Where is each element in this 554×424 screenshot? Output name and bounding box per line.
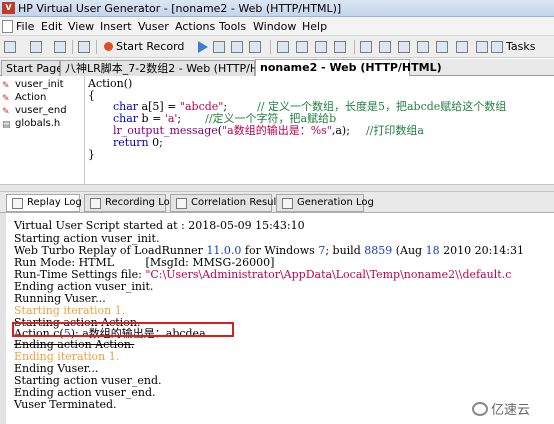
highlight-annotation-box <box>12 322 234 337</box>
search-icon[interactable] <box>78 41 90 53</box>
menu-tools[interactable]: Tools <box>219 20 246 33</box>
action-icon: ✎ <box>2 107 10 117</box>
log-text: ; build <box>325 244 365 257</box>
watermark-text: 亿速云 <box>491 403 531 418</box>
tree-item-label: Action <box>15 92 47 103</box>
tab-label: Recording Log <box>105 197 177 208</box>
tab-label: Correlation Results <box>191 197 286 208</box>
output-tabs: Replay Log Recording Log Correlation Res… <box>0 192 554 213</box>
vugen-app-icon: V <box>2 2 15 14</box>
tab-label: Generation Log <box>297 197 374 208</box>
menu-actions[interactable]: Actions <box>175 20 215 33</box>
pane-splitter[interactable] <box>0 184 554 192</box>
watermark-logo-icon <box>472 402 488 416</box>
tab-generation-log[interactable]: Generation Log <box>276 194 374 212</box>
log-line: Vuser Terminated. <box>14 398 117 411</box>
generation-log-icon <box>282 198 293 209</box>
menu-insert[interactable]: Insert <box>100 20 132 33</box>
code-string: "a数组的输出是：%s" <box>222 124 332 137</box>
menu-view[interactable]: View <box>68 20 94 33</box>
menu-help[interactable]: Help <box>302 20 327 33</box>
code-editor[interactable]: Action() { char a[5] = "abcde";// 定义一个数组… <box>86 76 554 184</box>
pause-icon[interactable] <box>231 41 243 53</box>
toolbar-separator <box>354 40 355 54</box>
code-text: 0; <box>148 136 163 149</box>
title-bar[interactable]: V HP Virtual User Generator - [noname2 -… <box>0 0 554 17</box>
code-line-open-brace: { <box>88 89 95 102</box>
code-line-return: return 0; <box>113 136 163 149</box>
code-text: ,a); <box>331 124 350 137</box>
start-record-button[interactable]: Start Record <box>116 40 184 54</box>
log-text: (Aug <box>392 244 426 257</box>
toolbar-icon[interactable] <box>436 41 448 53</box>
record-icon[interactable] <box>104 42 113 51</box>
tab-label: Replay Log <box>27 197 82 208</box>
code-keyword: return <box>113 136 149 149</box>
replay-log-icon <box>12 198 23 209</box>
replay-log-output[interactable]: Virtual User Script started at : 2018-05… <box>0 213 554 424</box>
toolbar-separator <box>72 40 73 54</box>
toolbar-icon[interactable] <box>360 41 372 53</box>
save-icon[interactable] <box>54 41 66 53</box>
correlation-results-icon <box>176 198 187 209</box>
recording-log-icon <box>90 198 101 209</box>
script-tree: ✎ vuser_init ✎ Action ✎ vuser_end ▤ globals.… <box>0 76 85 184</box>
toolbar-separator <box>270 40 271 54</box>
log-number: 18 <box>425 244 440 257</box>
tree-item-vuser-end[interactable]: ✎ vuser_end <box>2 105 67 117</box>
stop-icon[interactable] <box>249 41 261 53</box>
toolbar-icon[interactable] <box>379 41 391 53</box>
header-file-icon: ▤ <box>2 120 11 130</box>
toolbar-icon[interactable] <box>277 41 289 53</box>
menu-file[interactable]: File <box>16 20 34 33</box>
toolbar-icon[interactable] <box>296 41 308 53</box>
toolbar-separator <box>96 40 97 54</box>
log-text: 20:14:31 <box>471 244 524 257</box>
tree-item-vuser-init[interactable]: ✎ vuser_init <box>2 79 64 91</box>
tree-item-globals[interactable]: ▤ globals.h <box>2 118 60 130</box>
code-line-close-brace: } <box>88 148 95 161</box>
tab-correlation-results[interactable]: Correlation Results <box>170 194 285 212</box>
main-toolbar: Start Record Tasks <box>0 36 554 58</box>
tab-start-page[interactable]: Start Page <box>1 60 63 76</box>
log-line: Virtual User Script started at : 2018-05… <box>14 219 305 232</box>
action-icon: ✎ <box>2 81 10 91</box>
new-script-icon[interactable] <box>4 41 16 53</box>
watermark: 亿速云 <box>472 402 530 420</box>
menu-bar: File Edit View Insert Vuser Actions Tool… <box>0 17 554 36</box>
tasks-icon[interactable] <box>491 41 503 53</box>
document-icon[interactable] <box>2 20 13 33</box>
code-comment: //打印数组a <box>365 124 424 137</box>
tree-item-label: globals.h <box>15 118 61 129</box>
run-play-icon[interactable] <box>198 41 208 53</box>
tab-script-7-2[interactable]: 八神LR脚本_7-2数组2 - Web (HTTP/HTML) <box>60 60 285 76</box>
window-title: HP Virtual User Generator - [noname2 - W… <box>18 2 342 15</box>
toolbar-icon[interactable] <box>456 41 468 53</box>
action-icon: ✎ <box>2 94 10 104</box>
step-icon[interactable] <box>213 41 225 53</box>
menu-window[interactable]: Window <box>253 20 296 33</box>
toolbar-icon[interactable] <box>398 41 410 53</box>
toolbar-icon[interactable] <box>334 41 346 53</box>
tasks-button[interactable]: Tasks <box>506 40 535 54</box>
menu-edit[interactable]: Edit <box>41 20 62 33</box>
menu-vuser[interactable]: Vuser <box>138 20 169 33</box>
tree-item-label: vuser_init <box>15 79 64 90</box>
tree-item-action[interactable]: ✎ Action <box>2 92 46 104</box>
open-folder-icon[interactable] <box>30 41 42 53</box>
toolbar-icon[interactable] <box>315 41 327 53</box>
log-text: 2010 <box>439 244 472 257</box>
tab-recording-log[interactable]: Recording Log <box>84 194 176 212</box>
log-number: 8859 <box>364 244 393 257</box>
tree-item-label: vuser_end <box>15 105 67 116</box>
tab-noname2[interactable]: noname2 - Web (HTTP/HTML) <box>255 59 442 76</box>
toolbar-icon[interactable] <box>417 41 429 53</box>
document-tabs: Start Page 八神LR脚本_7-2数组2 - Web (HTTP/HTM… <box>0 59 554 76</box>
log-path: "C:\Users\Administrator\AppData\Local\Te… <box>145 268 512 281</box>
tab-replay-log[interactable]: Replay Log <box>6 194 82 212</box>
toolbar-icon[interactable] <box>476 41 488 53</box>
